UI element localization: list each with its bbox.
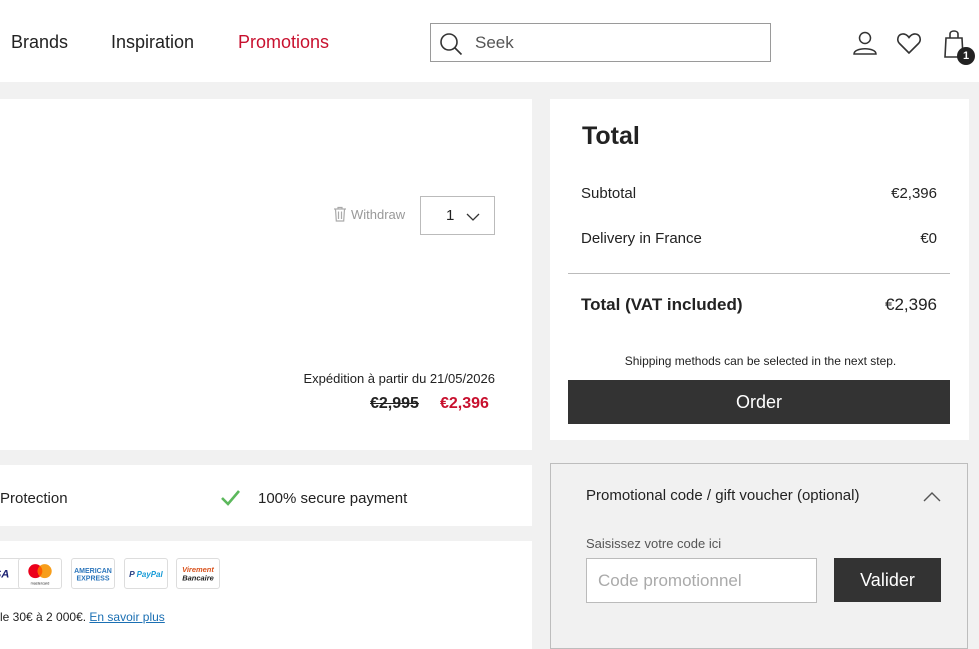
promo-field-label: Saisissez votre code ici — [586, 536, 722, 551]
delivery-value: €0 — [920, 230, 937, 247]
paypal-logo: P PayPal — [124, 558, 168, 589]
svg-text:EXPRESS: EXPRESS — [76, 576, 109, 583]
user-icon[interactable] — [852, 30, 878, 56]
subtotal-value: €2,396 — [891, 185, 937, 202]
search-icon[interactable] — [439, 32, 463, 56]
cart-item-card: Withdraw 1 Expédition à partir du 21/05/… — [0, 99, 532, 450]
nav-brands[interactable]: Brands — [11, 32, 68, 53]
summary-title: Total — [582, 122, 640, 150]
learn-more-link[interactable]: En savoir plus — [89, 610, 164, 624]
payment-methods: VISA mastercard AMERICAN EXPRESS P PayPa… — [0, 541, 532, 649]
summary-divider — [568, 273, 950, 274]
svg-text:mastercard: mastercard — [31, 581, 50, 585]
financing-range: le 30€ à 2 000€. — [0, 610, 87, 624]
chevron-up-icon[interactable] — [923, 491, 941, 502]
order-summary: Total Subtotal €2,396 Delivery in France… — [550, 99, 969, 440]
protection-label: Protection — [0, 490, 68, 507]
svg-text:P: P — [129, 569, 135, 579]
secure-payment-label: 100% secure payment — [258, 490, 408, 507]
subtotal-label: Subtotal — [581, 185, 637, 202]
total-value: €2,396 — [885, 295, 937, 314]
total-label: Total (VAT included) — [581, 295, 743, 314]
svg-text:AMERICAN: AMERICAN — [74, 568, 112, 575]
financing-text: le 30€ à 2 000€. En savoir plus — [0, 610, 165, 624]
cart-count-badge: 1 — [957, 47, 975, 65]
quantity-value: 1 — [446, 207, 455, 224]
svg-text:VISA: VISA — [0, 569, 9, 581]
shipping-note: Shipping methods can be selected in the … — [624, 354, 897, 368]
promo-code-input[interactable] — [586, 558, 817, 603]
promo-title[interactable]: Promotional code / gift voucher (optiona… — [586, 487, 859, 504]
check-icon — [221, 490, 240, 506]
delivery-row: Delivery in France €0 — [581, 230, 937, 247]
nav-inspiration[interactable]: Inspiration — [111, 32, 194, 53]
mastercard-logo: mastercard — [18, 558, 62, 589]
withdraw-label: Withdraw — [351, 206, 406, 222]
nav-promotions[interactable]: Promotions — [238, 32, 329, 53]
total-row: Total (VAT included) €2,396 — [581, 295, 937, 315]
delivery-label: Delivery in France — [581, 230, 702, 247]
shipping-date: Expédition à partir du 21/05/2026 — [303, 371, 495, 386]
trash-icon — [334, 206, 346, 222]
validate-promo-button[interactable]: Valider — [834, 558, 941, 602]
svg-text:PayPal: PayPal — [137, 570, 164, 579]
search-box[interactable] — [430, 23, 771, 62]
chevron-down-icon — [466, 213, 480, 221]
withdraw-button[interactable]: Withdraw — [333, 205, 405, 223]
heart-icon[interactable] — [896, 30, 922, 56]
quantity-select[interactable]: 1 — [420, 196, 495, 235]
svg-text:Bancaire: Bancaire — [182, 574, 214, 583]
amex-logo: AMERICAN EXPRESS — [71, 558, 115, 589]
bank-transfer-logo: Virement Bancaire — [176, 558, 220, 589]
site-header: Brands Inspiration Promotions 1 — [0, 0, 979, 82]
search-input[interactable] — [475, 30, 760, 56]
reassurance-strip: Protection 100% secure payment — [0, 465, 532, 526]
new-price: €2,396 — [440, 395, 489, 412]
old-price: €2,995 — [370, 395, 419, 412]
order-button[interactable]: Order — [568, 380, 950, 424]
subtotal-row: Subtotal €2,396 — [581, 185, 937, 202]
promo-code-panel: Promotional code / gift voucher (optiona… — [550, 463, 968, 649]
